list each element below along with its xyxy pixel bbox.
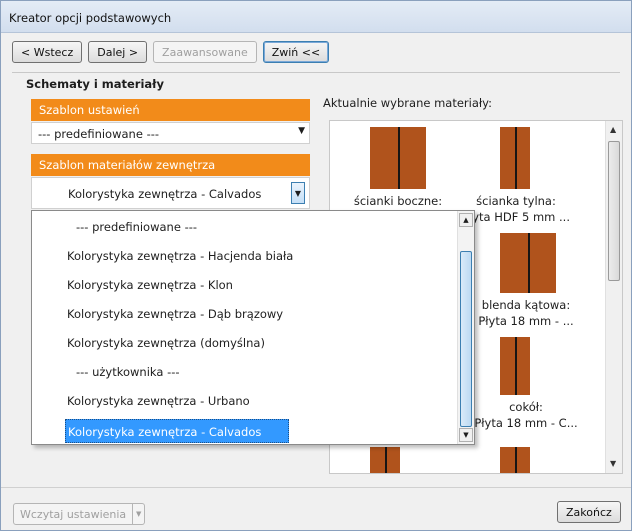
dropdown-option[interactable]: --- użytkownika ---	[32, 360, 458, 384]
material-swatch	[500, 233, 556, 293]
material-desc: Płyta 18 mm - ...	[478, 314, 574, 328]
settings-template-header: Szablon ustawień	[31, 99, 310, 121]
materials-template-dropdown: --- predefiniowane --- Kolorystyka zewnę…	[31, 210, 475, 445]
back-button[interactable]: < Wstecz	[12, 41, 83, 63]
material-item: ścianki boczne:	[338, 193, 458, 209]
group-title: Schematy i materiały	[26, 77, 164, 91]
material-name: ścianka tylna:	[476, 194, 556, 208]
material-desc: Płyta 18 mm - C...	[474, 416, 578, 430]
dropdown-option[interactable]: --- predefiniowane ---	[32, 215, 458, 239]
scroll-down-icon[interactable]: ▼	[459, 428, 473, 442]
wizard-toolbar: < Wstecz Dalej > Zaawansowane Zwiń <<	[12, 41, 330, 65]
material-item: blenda kątowa: Płyta 18 mm - ...	[466, 297, 586, 329]
dropdown-option[interactable]: Kolorystyka zewnętrza - Klon	[32, 273, 458, 297]
material-swatch	[370, 127, 426, 189]
material-swatch	[500, 447, 530, 473]
material-item: cokół: Płyta 18 mm - C...	[466, 399, 586, 431]
scroll-up-icon[interactable]: ▲	[459, 213, 473, 227]
scroll-up-icon[interactable]: ▲	[610, 125, 616, 134]
material-swatch	[370, 447, 400, 473]
wizard-window: Kreator opcji podstawowych < Wstecz Dale…	[0, 0, 632, 531]
settings-template-value: --- predefiniowane ---	[38, 127, 160, 141]
material-name: ścianki boczne:	[353, 194, 443, 208]
finish-button[interactable]: Zakończ	[557, 501, 621, 523]
chevron-down-icon[interactable]: ▼	[298, 126, 305, 136]
material-swatch	[500, 127, 530, 189]
collapse-button[interactable]: Zwiń <<	[262, 41, 330, 63]
chevron-down-icon[interactable]: ▼	[133, 503, 146, 525]
dropdown-option[interactable]: Kolorystyka zewnętrza - Urbano	[32, 389, 458, 413]
toolbar-divider	[12, 72, 620, 73]
dropdown-option[interactable]: Kolorystyka zewnętrza - Hacjenda biała	[32, 244, 458, 268]
material-swatch	[500, 337, 530, 395]
scroll-down-icon[interactable]: ▼	[610, 459, 616, 468]
footer-divider	[1, 487, 631, 488]
window-title: Kreator opcji podstawowych	[9, 11, 172, 25]
scrollbar-thumb[interactable]	[608, 141, 620, 281]
materials-scrollbar[interactable]: ▲ ▼	[605, 121, 622, 473]
material-name: blenda kątowa:	[481, 298, 571, 312]
load-settings-control[interactable]: Wczytaj ustawienia ▼	[13, 503, 146, 525]
title-bar: Kreator opcji podstawowych	[1, 1, 631, 33]
load-settings-button[interactable]: Wczytaj ustawienia	[13, 503, 134, 525]
selected-materials-label: Aktualnie wybrane materiały:	[323, 96, 493, 110]
dropdown-option[interactable]: Kolorystyka zewnętrza (domyślna)	[32, 331, 458, 355]
advanced-button[interactable]: Zaawansowane	[153, 41, 257, 63]
material-name: cokół:	[509, 400, 543, 414]
chevron-down-icon[interactable]: ▼	[291, 182, 305, 204]
dropdown-scrollbar-thumb[interactable]	[460, 251, 472, 427]
dropdown-option[interactable]: Kolorystyka zewnętrza - Dąb brązowy	[32, 302, 458, 326]
next-button[interactable]: Dalej >	[88, 41, 148, 63]
materials-template-header: Szablon materiałów zewnętrza	[31, 154, 310, 176]
settings-template-combo[interactable]: --- predefiniowane --- ▼	[31, 122, 310, 144]
dropdown-option-selected[interactable]: Kolorystyka zewnętrza - Calvados	[65, 419, 289, 443]
materials-template-combo[interactable]: Kolorystyka zewnętrza - Calvados ▼	[31, 177, 310, 209]
materials-template-value: Kolorystyka zewnętrza - Calvados	[68, 187, 262, 201]
dropdown-scrollbar[interactable]: ▲ ▼	[457, 211, 474, 444]
